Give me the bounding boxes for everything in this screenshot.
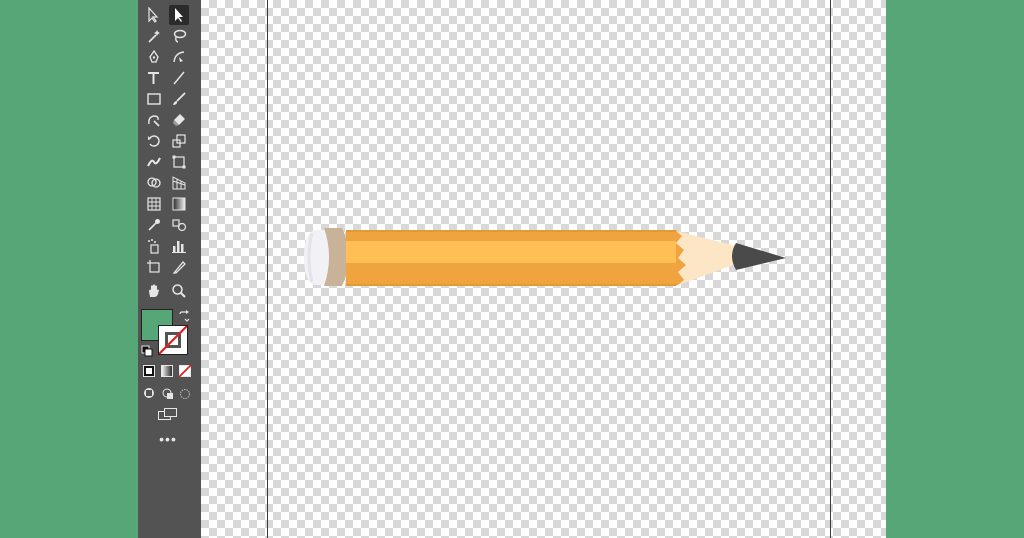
paintbrush-tool-icon[interactable] bbox=[169, 89, 189, 109]
stroke-color-swatch[interactable] bbox=[158, 325, 188, 355]
rotate-tool-icon[interactable] bbox=[144, 131, 164, 151]
mesh-tool-icon[interactable] bbox=[144, 194, 164, 214]
pencil-highlight bbox=[346, 241, 676, 263]
pencil-illustration[interactable] bbox=[300, 222, 792, 292]
column-graph-tool-icon[interactable] bbox=[169, 236, 189, 256]
screen-mode-icon[interactable] bbox=[158, 407, 178, 421]
gradient-mode-button[interactable] bbox=[161, 364, 173, 377]
blend-tool-icon[interactable] bbox=[169, 215, 189, 235]
free-transform-tool-icon[interactable] bbox=[169, 152, 189, 172]
draw-normal-icon[interactable] bbox=[143, 386, 155, 398]
artboard-tool-icon[interactable] bbox=[144, 257, 164, 277]
width-tool-icon[interactable] bbox=[144, 152, 164, 172]
draw-inside-icon[interactable] bbox=[179, 387, 191, 399]
edit-toolbar-button[interactable]: ••• bbox=[156, 432, 180, 446]
line-segment-tool-icon[interactable] bbox=[169, 68, 189, 88]
none-mode-button[interactable] bbox=[178, 364, 192, 378]
selection-tool-icon[interactable] bbox=[169, 5, 189, 25]
none-stroke-icon bbox=[159, 326, 187, 354]
draw-behind-icon[interactable] bbox=[162, 387, 174, 399]
gradient-tool-icon[interactable] bbox=[169, 194, 189, 214]
tools-panel bbox=[138, 0, 201, 538]
artboard-left-edge bbox=[267, 0, 268, 538]
hand-tool-icon[interactable] bbox=[144, 281, 164, 301]
magic-wand-tool-icon[interactable] bbox=[144, 26, 164, 46]
direct-selection-tool-icon[interactable] bbox=[144, 5, 164, 25]
pencil-lead bbox=[732, 243, 786, 270]
scale-tool-icon[interactable] bbox=[169, 131, 189, 151]
color-mode-button[interactable] bbox=[143, 364, 155, 377]
shaper-tool-icon[interactable] bbox=[144, 110, 164, 130]
slice-tool-icon[interactable] bbox=[169, 257, 189, 277]
shape-builder-tool-icon[interactable] bbox=[144, 173, 164, 193]
artboard-right-edge bbox=[830, 0, 831, 538]
rectangle-tool-icon[interactable] bbox=[144, 89, 164, 109]
perspective-grid-tool-icon[interactable] bbox=[169, 173, 189, 193]
eraser-tool-icon[interactable] bbox=[169, 110, 189, 130]
eyedropper-tool-icon[interactable] bbox=[144, 215, 164, 235]
lasso-tool-icon[interactable] bbox=[169, 26, 189, 46]
symbol-sprayer-tool-icon[interactable] bbox=[144, 236, 164, 256]
pen-tool-icon[interactable] bbox=[144, 47, 164, 67]
swap-fill-stroke-icon[interactable] bbox=[178, 309, 190, 322]
zoom-tool-icon[interactable] bbox=[169, 281, 189, 301]
type-tool-icon[interactable] bbox=[144, 68, 164, 88]
default-fill-stroke-icon[interactable] bbox=[141, 344, 153, 357]
curvature-tool-icon[interactable] bbox=[169, 47, 189, 67]
